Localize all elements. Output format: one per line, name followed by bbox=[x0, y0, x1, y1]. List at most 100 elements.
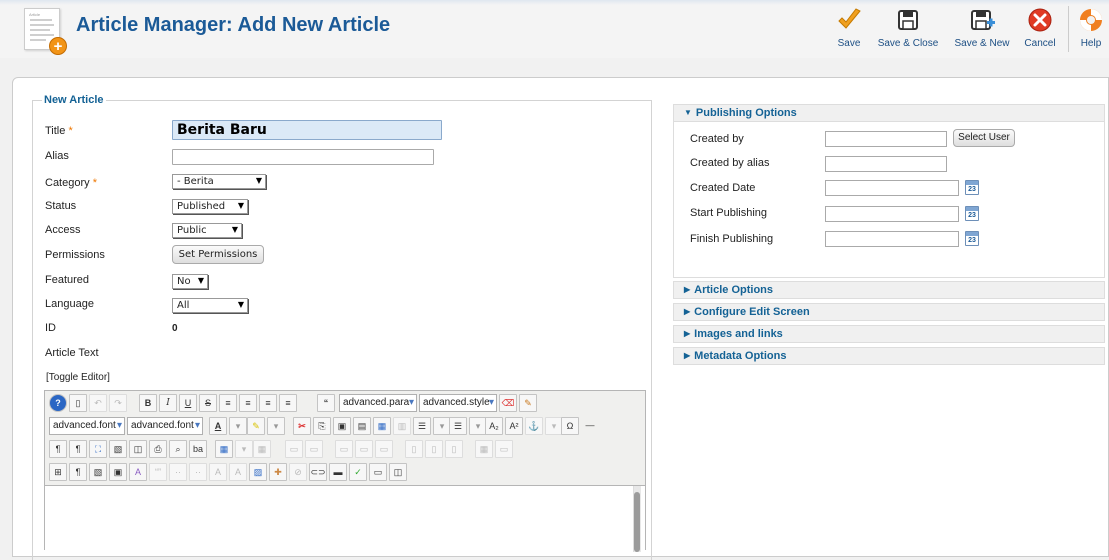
created-by-input[interactable] bbox=[825, 131, 947, 147]
align-right-icon[interactable]: ≡ bbox=[259, 394, 277, 412]
split-cells-icon[interactable]: ▦ bbox=[475, 440, 493, 458]
del-icon[interactable]: ·· bbox=[189, 463, 207, 481]
style-dropdown[interactable]: advanced.style bbox=[419, 394, 497, 412]
new-document-icon[interactable]: ▯ bbox=[69, 394, 87, 412]
superscript-icon[interactable]: A² bbox=[505, 417, 523, 435]
spellcheck-icon[interactable]: ✓ bbox=[349, 463, 367, 481]
italic-icon[interactable]: I bbox=[159, 394, 177, 412]
access-select[interactable]: Public ▼ bbox=[172, 223, 242, 238]
ins-icon[interactable]: A bbox=[209, 463, 227, 481]
style-props-icon[interactable]: ▣ bbox=[109, 463, 127, 481]
delete-row-icon[interactable]: ▭ bbox=[375, 440, 393, 458]
insert-layer-icon[interactable]: ▧ bbox=[89, 463, 107, 481]
select-user-button[interactable]: Select User bbox=[953, 129, 1015, 147]
ltr-icon[interactable]: ¶ bbox=[49, 440, 67, 458]
start-publishing-input[interactable] bbox=[825, 206, 959, 222]
row-after-icon[interactable]: ▭ bbox=[355, 440, 373, 458]
configure-edit-screen-header[interactable]: ▶ Configure Edit Screen bbox=[673, 303, 1105, 321]
highlight-color-icon[interactable]: ✎ bbox=[247, 417, 265, 435]
row-props-icon[interactable]: ▭ bbox=[285, 440, 303, 458]
read-more-icon[interactable]: ◫ bbox=[389, 463, 407, 481]
eraser-icon[interactable]: ⌫ bbox=[499, 394, 517, 412]
insert-image-icon[interactable]: ▨ bbox=[249, 463, 267, 481]
align-center-icon[interactable]: ≡ bbox=[239, 394, 257, 412]
cancel-button[interactable]: Cancel bbox=[1022, 6, 1058, 54]
blockquote-icon[interactable]: “ bbox=[317, 394, 335, 412]
find-icon[interactable]: ⌕ bbox=[169, 440, 187, 458]
code-icon[interactable]: ◫ bbox=[129, 440, 147, 458]
cite-icon[interactable]: A bbox=[129, 463, 147, 481]
nonbreaking-icon[interactable]: ▬ bbox=[329, 463, 347, 481]
special-character-icon[interactable]: Ω bbox=[561, 417, 579, 435]
publishing-options-header[interactable]: ▼ Publishing Options bbox=[673, 104, 1105, 122]
calendar-icon[interactable]: 23 bbox=[965, 180, 979, 195]
page-break-icon[interactable]: ▭ bbox=[369, 463, 387, 481]
strikethrough-icon[interactable]: S bbox=[199, 394, 217, 412]
toggle-editor-link[interactable]: [Toggle Editor] bbox=[46, 372, 110, 383]
status-select[interactable]: Published ▼ bbox=[172, 199, 248, 214]
cell-props-icon[interactable]: ▭ bbox=[305, 440, 323, 458]
align-left-icon[interactable]: ≡ bbox=[219, 394, 237, 412]
link-icon[interactable]: ⊂⊃ bbox=[309, 463, 327, 481]
text-color-icon[interactable]: A bbox=[209, 417, 227, 435]
horizontal-rule-icon[interactable]: — bbox=[581, 417, 599, 435]
dropdown-arrow-icon[interactable]: ▾ bbox=[229, 417, 247, 435]
metadata-options-header[interactable]: ▶ Metadata Options bbox=[673, 347, 1105, 365]
created-by-alias-input[interactable] bbox=[825, 156, 947, 172]
redo-icon[interactable]: ↷ bbox=[109, 394, 127, 412]
editor-content-area[interactable] bbox=[45, 485, 645, 552]
editor-scrollbar-thumb[interactable] bbox=[634, 492, 640, 552]
font-size-dropdown[interactable]: advanced.font bbox=[127, 417, 203, 435]
images-and-links-header[interactable]: ▶ Images and links bbox=[673, 325, 1105, 343]
visual-aid-icon[interactable]: ⊞ bbox=[49, 463, 67, 481]
title-input[interactable] bbox=[172, 120, 442, 140]
merge-cells-icon[interactable]: ▭ bbox=[495, 440, 513, 458]
insert-media-icon[interactable]: ✚ bbox=[269, 463, 287, 481]
abbr-icon[interactable]: “” bbox=[149, 463, 167, 481]
created-date-input[interactable] bbox=[825, 180, 959, 196]
table-icon[interactable]: ▦ bbox=[215, 440, 233, 458]
calendar-icon[interactable]: 23 bbox=[965, 231, 979, 246]
featured-select[interactable]: No ▼ bbox=[172, 274, 208, 289]
bold-icon[interactable]: B bbox=[139, 394, 157, 412]
col-after-icon[interactable]: ▯ bbox=[425, 440, 443, 458]
paste-icon[interactable]: ▣ bbox=[333, 417, 351, 435]
undo-icon[interactable]: ↶ bbox=[89, 394, 107, 412]
show-blocks-icon[interactable]: ¶ bbox=[69, 463, 87, 481]
paste-disabled-icon[interactable]: ▥ bbox=[393, 417, 411, 435]
finish-publishing-input[interactable] bbox=[825, 231, 959, 247]
cut-icon[interactable]: ✂ bbox=[293, 417, 311, 435]
underline-icon[interactable]: U bbox=[179, 394, 197, 412]
help-icon[interactable]: ? bbox=[49, 394, 67, 412]
align-justify-icon[interactable]: ≡ bbox=[279, 394, 297, 412]
attribs-icon[interactable]: A bbox=[229, 463, 247, 481]
paragraph-format-dropdown[interactable]: advanced.para bbox=[339, 394, 417, 412]
paste-word-icon[interactable]: ▦ bbox=[373, 417, 391, 435]
alias-input[interactable] bbox=[172, 149, 434, 165]
save-new-button[interactable]: Save & New bbox=[952, 6, 1012, 54]
print-icon[interactable]: ⎙ bbox=[149, 440, 167, 458]
table-props-icon[interactable]: ▦ bbox=[253, 440, 271, 458]
language-select[interactable]: All ▼ bbox=[172, 298, 248, 313]
template-icon[interactable]: ▧ bbox=[109, 440, 127, 458]
ordered-list-icon[interactable]: ☰ bbox=[413, 417, 431, 435]
col-before-icon[interactable]: ▯ bbox=[405, 440, 423, 458]
dropdown-arrow-icon[interactable]: ▾ bbox=[267, 417, 285, 435]
row-before-icon[interactable]: ▭ bbox=[335, 440, 353, 458]
anchor-icon[interactable]: ⚓ bbox=[525, 417, 543, 435]
dropdown-arrow-icon[interactable]: ▾ bbox=[235, 440, 253, 458]
save-close-button[interactable]: Save & Close bbox=[875, 6, 941, 54]
cleanup-broom-icon[interactable]: ✎ bbox=[519, 394, 537, 412]
fullscreen-icon[interactable]: ⛶ bbox=[89, 440, 107, 458]
save-button[interactable]: Save bbox=[833, 6, 865, 54]
replace-icon[interactable]: ba bbox=[189, 440, 207, 458]
unlink-icon[interactable]: ⊘ bbox=[289, 463, 307, 481]
copy-icon[interactable]: ⎘ bbox=[313, 417, 331, 435]
bullet-list-icon[interactable]: ☰ bbox=[449, 417, 467, 435]
font-family-dropdown[interactable]: advanced.font bbox=[49, 417, 125, 435]
article-options-header[interactable]: ▶ Article Options bbox=[673, 281, 1105, 299]
acronym-icon[interactable]: ·· bbox=[169, 463, 187, 481]
category-select[interactable]: - Berita ▼ bbox=[172, 174, 266, 189]
delete-col-icon[interactable]: ▯ bbox=[445, 440, 463, 458]
help-button[interactable]: Help bbox=[1076, 6, 1106, 54]
